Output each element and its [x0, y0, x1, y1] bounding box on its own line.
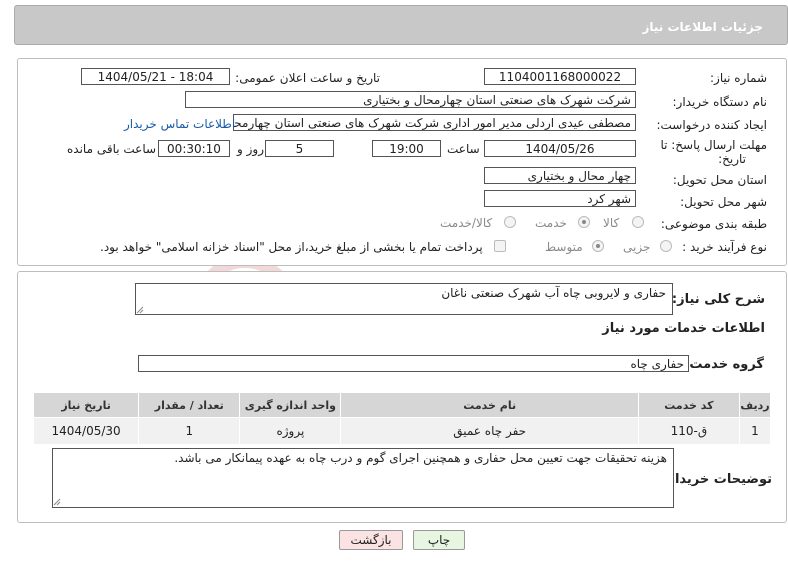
- buyer-notes-text: هزینه تحقیقات جهت تعیین محل حفاری و همچن…: [174, 451, 667, 465]
- table-header-row: ردیف کد خدمت نام خدمت واحد اندازه گیری ت…: [32, 392, 772, 418]
- page-title: جزئیات اطلاعات نیاز: [642, 20, 763, 34]
- category-radio-goods-service[interactable]: [504, 216, 516, 228]
- summary-field: حفاری و لایروبی چاه آب شهرک صنعتی ناغان: [135, 283, 673, 315]
- col-name: نام خدمت: [340, 392, 639, 418]
- category-radio-service[interactable]: [578, 216, 590, 228]
- days-field: 5: [265, 140, 334, 157]
- province-label: استان محل تحویل:: [672, 173, 767, 187]
- summary-resize-grip-icon[interactable]: [136, 306, 144, 314]
- hour-label: ساعت: [447, 142, 480, 156]
- category-option-service: خدمت: [535, 216, 567, 230]
- cell-date: 1404/05/30: [32, 417, 140, 445]
- page-header: جزئیات اطلاعات نیاز: [14, 5, 788, 45]
- category-option-goods: کالا: [603, 216, 620, 230]
- need-number-field: 1104001168000022: [484, 68, 636, 85]
- deadline-date-field: 1404/05/26: [484, 140, 636, 157]
- col-index: ردیف: [738, 392, 772, 418]
- city-field: شهر کرد: [484, 190, 636, 207]
- announce-date-field: 1404/05/21 - 18:04: [81, 68, 230, 85]
- col-unit: واحد اندازه گیری: [239, 392, 342, 418]
- process-radio-minor[interactable]: [660, 240, 672, 252]
- table-row: 1 ق-110 حفر چاه عمیق پروژه 1 1404/05/30: [32, 417, 772, 445]
- notes-resize-grip-icon[interactable]: [53, 498, 61, 506]
- deadline-label: مهلت ارسال پاسخ: تا: [660, 138, 767, 152]
- buyer-contact-link[interactable]: اطلاعات تماس خریدار: [124, 117, 235, 131]
- buyer-notes-field: هزینه تحقیقات جهت تعیین محل حفاری و همچن…: [52, 448, 674, 508]
- creator-field: مصطفی عیدی اردلی مدیر امور اداری شرکت شه…: [233, 114, 636, 131]
- services-table: ردیف کد خدمت نام خدمت واحد اندازه گیری ت…: [32, 392, 772, 445]
- cell-unit: پروژه: [239, 417, 342, 445]
- process-label: نوع فرآیند خرید :: [682, 240, 767, 254]
- back-button[interactable]: بازگشت: [339, 530, 403, 550]
- col-date: تاریخ نیاز: [32, 392, 140, 418]
- category-radio-goods[interactable]: [632, 216, 644, 228]
- service-group-label: گروه خدمت:: [684, 357, 764, 372]
- payment-note: پرداخت تمام یا بخشی از مبلغ خرید،از محل …: [100, 240, 483, 254]
- days-label: روز و: [237, 142, 264, 156]
- deadline-label-date: تاریخ:: [718, 152, 746, 166]
- buyer-label: نام دستگاه خریدار:: [672, 95, 768, 109]
- creator-label: ایجاد کننده درخواست:: [656, 118, 767, 132]
- treasury-checkbox[interactable]: [494, 240, 506, 252]
- cell-index: 1: [738, 417, 772, 445]
- remaining-label: ساعت باقی مانده: [67, 142, 157, 156]
- summary-text: حفاری و لایروبی چاه آب شهرک صنعتی ناغان: [441, 286, 666, 300]
- print-button[interactable]: چاپ: [413, 530, 465, 550]
- cell-code: ق-110: [637, 417, 740, 445]
- col-code: کد خدمت: [637, 392, 740, 418]
- buyer-field: شرکت شهرک های صنعتی استان چهارمحال و بخت…: [185, 91, 636, 108]
- announce-date-label: تاریخ و ساعت اعلان عمومی:: [235, 71, 380, 85]
- city-label: شهر محل تحویل:: [680, 195, 767, 209]
- process-option-minor: جزیی: [623, 240, 651, 254]
- province-field: چهار محال و بختیاری: [484, 167, 636, 184]
- need-number-label: شماره نیاز:: [710, 71, 767, 85]
- process-radio-medium[interactable]: [592, 240, 604, 252]
- remaining-time-field: 00:30:10: [158, 140, 230, 157]
- need-info-section: [17, 58, 787, 266]
- buyer-notes-label: توضیحات خریدار:: [662, 472, 772, 487]
- cell-name: حفر چاه عمیق: [340, 417, 639, 445]
- services-heading: اطلاعات خدمات مورد نیاز: [602, 321, 765, 336]
- deadline-time-field: 19:00: [372, 140, 441, 157]
- category-option-goods-service: کالا/خدمت: [440, 216, 493, 230]
- col-qty: تعداد / مقدار: [138, 392, 241, 418]
- cell-qty: 1: [138, 417, 241, 445]
- category-label: طبقه بندی موضوعی:: [660, 217, 767, 231]
- summary-label: شرح کلی نیاز:: [671, 292, 765, 307]
- process-option-medium: متوسط: [545, 240, 583, 254]
- service-group-field: حفاری چاه: [138, 355, 689, 372]
